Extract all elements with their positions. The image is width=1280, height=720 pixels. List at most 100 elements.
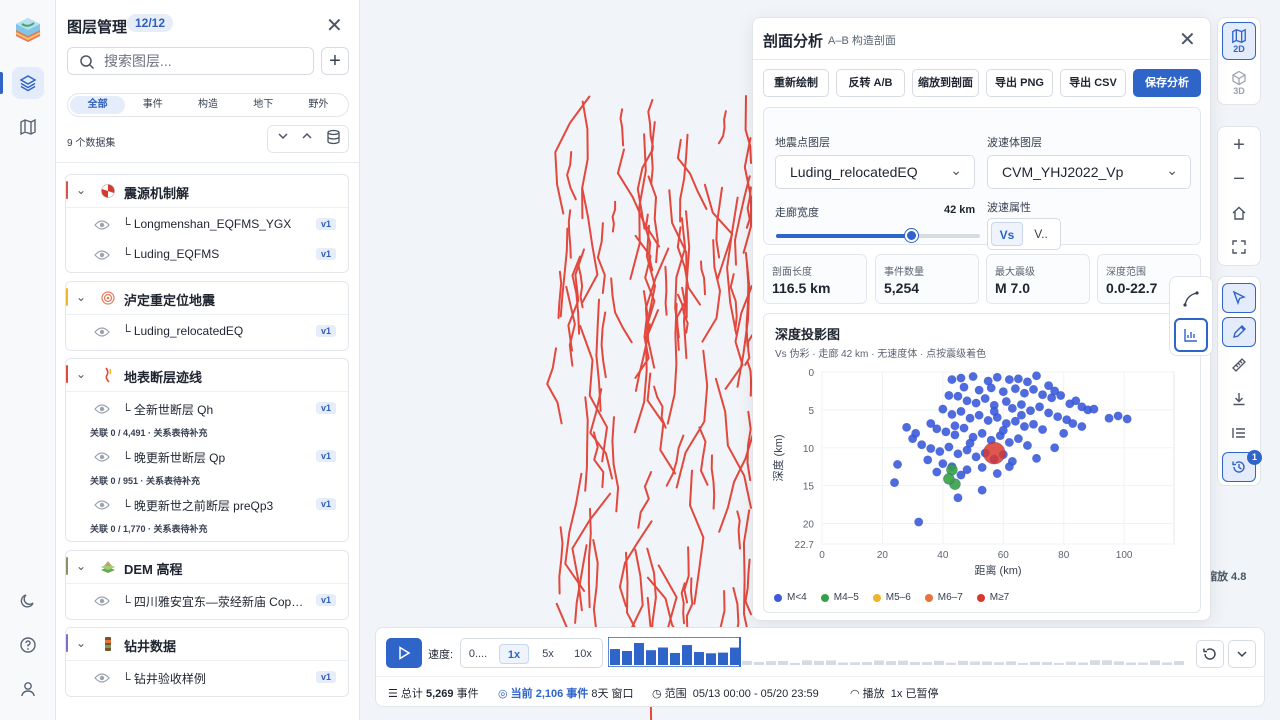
measure-tool-button[interactable] xyxy=(1222,350,1256,380)
swap-ab-button[interactable]: 反转 A/B xyxy=(836,69,905,97)
zoom-out-button[interactable]: − xyxy=(1222,164,1256,194)
expand-all-button[interactable] xyxy=(300,129,314,146)
fault-line xyxy=(646,372,677,475)
group-header[interactable]: ⌄ 泸定重定位地震 xyxy=(66,282,348,314)
layer-name: └ 钻井验收样例 xyxy=(122,672,206,686)
target-icon: ◎ xyxy=(498,688,508,700)
fault-line xyxy=(584,396,589,492)
legend-item: M<4 xyxy=(774,592,807,603)
layer-item[interactable]: └ 全新世断层 Qh v1 xyxy=(66,399,348,419)
stat-value: 116.5 km xyxy=(772,280,831,296)
chart-legend: M<4 M4–5 M5–6 M6–7 M≥7 xyxy=(774,592,1009,603)
group-header[interactable]: ⌄ 地表断层迹线 xyxy=(66,359,348,391)
histogram-bar xyxy=(922,662,932,665)
save-analysis-button[interactable]: 保存分析 xyxy=(1133,69,1201,97)
user-button[interactable] xyxy=(12,673,44,705)
slider-handle[interactable] xyxy=(904,229,918,242)
download-icon xyxy=(1233,393,1245,406)
zoom-controls-card: + − xyxy=(1217,126,1261,266)
layers-nav-button[interactable] xyxy=(12,67,44,99)
eye-icon[interactable] xyxy=(94,671,110,683)
layer-item[interactable]: └ 钻井验收样例 v1 xyxy=(66,668,348,688)
vel-attr-vs[interactable]: Vs xyxy=(991,222,1023,246)
eye-icon[interactable] xyxy=(94,450,110,462)
mode-3d-button[interactable]: 3D xyxy=(1222,64,1256,102)
speed-5x[interactable]: 5x xyxy=(533,644,563,664)
fault-line xyxy=(666,302,678,425)
filter-tab[interactable]: 构造 xyxy=(180,96,235,114)
layer-search-input[interactable] xyxy=(104,52,304,70)
home-button[interactable] xyxy=(1222,198,1256,228)
relation-note: 关联 0 / 1,770 · 关系表待补充 xyxy=(90,524,208,534)
eye-icon[interactable] xyxy=(94,402,110,414)
layer-item[interactable]: └ Longmenshan_EQFMS_YGX v1 xyxy=(66,215,348,235)
layer-item[interactable]: └ 晚更新世断层 Qp v1 xyxy=(66,447,348,467)
fault-line xyxy=(700,260,706,296)
group-divider xyxy=(66,207,348,208)
histogram-bar xyxy=(886,661,896,665)
legend-swatch xyxy=(976,593,985,602)
map-nav-button[interactable] xyxy=(12,111,44,143)
eye-icon[interactable] xyxy=(94,325,110,337)
plus-icon: + xyxy=(1233,133,1245,156)
layer-item[interactable]: └ Luding_relocatedEQ v1 xyxy=(66,322,348,342)
corridor-slider[interactable] xyxy=(776,229,980,242)
close-icon: ✕ xyxy=(1179,29,1196,51)
download-button[interactable] xyxy=(1222,384,1256,414)
histogram-bar xyxy=(1078,662,1088,665)
add-layer-button[interactable]: + xyxy=(321,47,349,75)
y-tick-label: 0 xyxy=(808,368,814,379)
zoom-in-button[interactable]: + xyxy=(1222,130,1256,160)
eq-layer-select[interactable]: Luding_relocatedEQ ⌄ xyxy=(775,155,975,189)
zoom-to-profile-button[interactable]: 缩放到剖面 xyxy=(912,69,979,97)
draw-profile-button[interactable] xyxy=(1176,284,1206,314)
filter-tab[interactable]: 事件 xyxy=(125,96,180,114)
eye-icon[interactable] xyxy=(94,248,110,260)
data-point xyxy=(962,396,972,406)
layer-item[interactable]: └ Luding_EQFMS v1 xyxy=(66,245,348,265)
histogram-bar xyxy=(970,661,980,665)
eye-icon[interactable] xyxy=(94,498,110,510)
select-tool-button[interactable] xyxy=(1222,283,1256,313)
reset-timeline-button[interactable] xyxy=(1196,640,1224,668)
group-header[interactable]: ⌄ 震源机制解 xyxy=(66,175,348,207)
collapse-all-button[interactable] xyxy=(276,129,290,146)
database-button[interactable] xyxy=(326,129,341,148)
mode-2d-button[interactable]: 2D xyxy=(1222,22,1256,60)
data-point xyxy=(1004,437,1014,447)
eye-icon[interactable] xyxy=(94,218,110,230)
version-badge: v1 xyxy=(316,498,337,510)
export-csv-button[interactable]: 导出 CSV xyxy=(1060,69,1126,97)
filter-tab[interactable]: 野外 xyxy=(291,96,346,114)
help-button[interactable] xyxy=(12,629,44,661)
speed-10x[interactable]: 10x xyxy=(567,644,599,664)
fullscreen-button[interactable] xyxy=(1222,232,1256,262)
close-dialog-button[interactable]: ✕ xyxy=(1179,27,1196,52)
layer-filter-tabs: 全部 事件 构造 地下 野外 xyxy=(67,93,349,117)
play-button[interactable] xyxy=(386,638,422,668)
close-panel-button[interactable]: ✕ xyxy=(326,13,343,38)
filter-tab[interactable]: 全部 xyxy=(70,96,126,114)
list-button[interactable] xyxy=(1222,418,1256,448)
eye-icon[interactable] xyxy=(94,594,110,606)
draw-tool-button[interactable] xyxy=(1222,317,1256,347)
speed-custom[interactable]: 0.... xyxy=(463,644,493,664)
histogram-bar xyxy=(1150,660,1160,665)
export-png-button[interactable]: 导出 PNG xyxy=(986,69,1053,97)
histogram-bar xyxy=(694,652,704,665)
speed-1x[interactable]: 1x xyxy=(499,644,529,664)
group-header[interactable]: ⌄ 钻井数据 xyxy=(66,628,348,660)
fault-line xyxy=(610,277,633,344)
vel-attr-vp[interactable]: V.. xyxy=(1025,222,1057,246)
layer-item[interactable]: └ 四川雅安宜东—荥经新庙 Cope... v1 xyxy=(66,591,348,611)
filter-tab[interactable]: 地下 xyxy=(236,96,291,114)
vel-layer-select[interactable]: CVM_YHJ2022_Vp ⌄ xyxy=(987,155,1191,189)
collapse-timeline-button[interactable] xyxy=(1228,640,1256,668)
event-histogram[interactable] xyxy=(608,637,1190,667)
redraw-button[interactable]: 重新绘制 xyxy=(763,69,829,97)
layer-item[interactable]: └ 晚更新世之前断层 preQp3 v1 xyxy=(66,495,348,515)
group-header[interactable]: ⌄ DEM 高程 xyxy=(66,551,348,583)
data-point xyxy=(914,517,924,527)
theme-toggle-button[interactable] xyxy=(12,585,44,617)
chart-view-button[interactable] xyxy=(1174,318,1208,352)
